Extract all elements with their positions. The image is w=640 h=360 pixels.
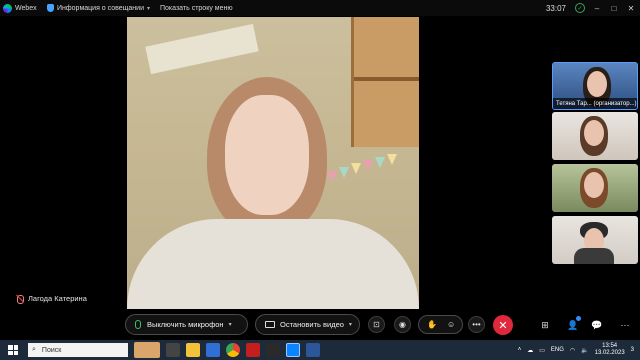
more-icon: •••	[472, 320, 481, 329]
main-video	[127, 17, 419, 309]
webex-logo-icon	[3, 3, 12, 13]
stop-video-button[interactable]: Остановить видео ▾	[255, 314, 360, 335]
main-participant-name-tag: Лагода Катерина	[16, 294, 87, 304]
maximize-icon[interactable]: □	[609, 3, 619, 13]
chevron-up-icon[interactable]: ˄	[518, 347, 522, 353]
chevron-down-icon[interactable]: ▾	[349, 321, 352, 328]
notification-dot	[576, 316, 581, 321]
chat-icon: 💬	[591, 319, 603, 330]
share-icon: ⊡	[373, 320, 380, 329]
clock-date: 13.02.2023	[594, 350, 625, 356]
leave-meeting-button[interactable]: ✕	[493, 315, 513, 335]
more-options-button[interactable]: •••	[468, 316, 485, 333]
search-placeholder: Поиск	[41, 346, 62, 354]
volume-icon[interactable]: 🔈	[581, 347, 588, 354]
mute-button[interactable]: Выключить микрофон ▾	[125, 314, 248, 335]
connection-status-icon[interactable]: ✓	[575, 3, 585, 13]
start-icon[interactable]	[8, 345, 18, 355]
file-explorer-icon[interactable]	[186, 343, 200, 357]
participant-tile[interactable]	[552, 112, 638, 160]
mail-icon[interactable]	[206, 343, 220, 357]
participant-name: Тетяна Тар... (организатор...)	[553, 98, 637, 109]
main-participant-name: Лагода Катерина	[28, 294, 87, 303]
emoji-icon[interactable]: ☺	[447, 320, 455, 329]
mute-label: Выключить микрофон	[147, 320, 224, 329]
control-bar: Выключить микрофон ▾ Остановить видео ▾ …	[0, 314, 640, 336]
close-icon[interactable]: ✕	[626, 3, 636, 13]
camera-icon	[265, 321, 275, 328]
chrome-icon[interactable]	[226, 343, 240, 357]
participant-tile[interactable]: Тетяна Тар... (организатор...)	[552, 62, 638, 110]
battery-icon[interactable]: ▭	[539, 347, 545, 354]
more-icon: ⋯	[620, 319, 630, 330]
wifi-icon[interactable]: ◠	[570, 347, 575, 354]
language-indicator[interactable]: ENG	[551, 347, 564, 353]
grid-icon: ⊞	[541, 319, 549, 330]
meeting-info-button[interactable]: Информация о совещании ▾	[47, 4, 150, 12]
minimize-icon[interactable]: –	[592, 3, 602, 13]
window-controls: 33:07 ✓ – □ ✕	[546, 0, 636, 16]
title-bar: Webex Информация о совещании ▾ Показать …	[0, 0, 640, 16]
apps-button[interactable]: ⊞	[538, 318, 552, 332]
record-icon: ◉	[399, 320, 406, 329]
participants-button[interactable]: 👤	[566, 316, 581, 332]
microphone-icon	[135, 320, 141, 329]
show-menu-label: Показать строку меню	[160, 4, 233, 12]
participant-tile[interactable]	[552, 164, 638, 212]
notification-count[interactable]: 3	[631, 347, 634, 353]
people-icon: 👤	[567, 319, 579, 330]
more-panels-button[interactable]: ⋯	[618, 318, 632, 332]
mic-muted-icon	[16, 294, 24, 304]
show-menu-button[interactable]: Показать строку меню	[160, 5, 233, 12]
webex-taskbar-icon[interactable]	[286, 343, 300, 357]
share-button[interactable]: ⊡	[368, 316, 385, 333]
meeting-info-label: Информация о совещании	[57, 4, 144, 12]
record-button[interactable]: ◉	[394, 316, 411, 333]
task-view-icon[interactable]	[166, 343, 180, 357]
reactions-group: ✋ ☺	[418, 315, 463, 334]
app-logo: Webex	[3, 3, 43, 13]
stop-video-label: Остановить видео	[280, 320, 344, 329]
search-box[interactable]: ⌕ Поиск	[28, 343, 128, 357]
chat-button[interactable]: 💬	[590, 318, 604, 332]
cloud-icon[interactable]: ☁	[527, 347, 533, 354]
app-icon[interactable]	[266, 343, 280, 357]
raise-hand-icon[interactable]: ✋	[427, 320, 437, 329]
clock[interactable]: 13:54 13.02.2023	[595, 343, 625, 357]
shield-icon	[47, 4, 54, 12]
clock-time: 13:54	[602, 343, 618, 349]
app-name: Webex	[15, 4, 37, 12]
close-icon: ✕	[498, 319, 508, 332]
meeting-timer: 33:07	[545, 3, 566, 13]
participant-tile[interactable]	[552, 216, 638, 264]
chevron-down-icon[interactable]: ▾	[229, 321, 232, 328]
app-icon[interactable]	[246, 343, 260, 357]
chevron-down-icon: ▾	[146, 5, 150, 12]
news-widget-icon[interactable]	[134, 342, 160, 358]
system-tray: ˄ ☁ ▭ ENG ◠ 🔈 13:54 13.02.2023 3	[518, 340, 634, 360]
word-icon[interactable]	[306, 343, 320, 357]
taskbar: ⌕ Поиск ˄ ☁ ▭ ENG ◠ 🔈 13:54 13.02.2023 3	[0, 340, 640, 360]
search-icon: ⌕	[32, 346, 36, 353]
